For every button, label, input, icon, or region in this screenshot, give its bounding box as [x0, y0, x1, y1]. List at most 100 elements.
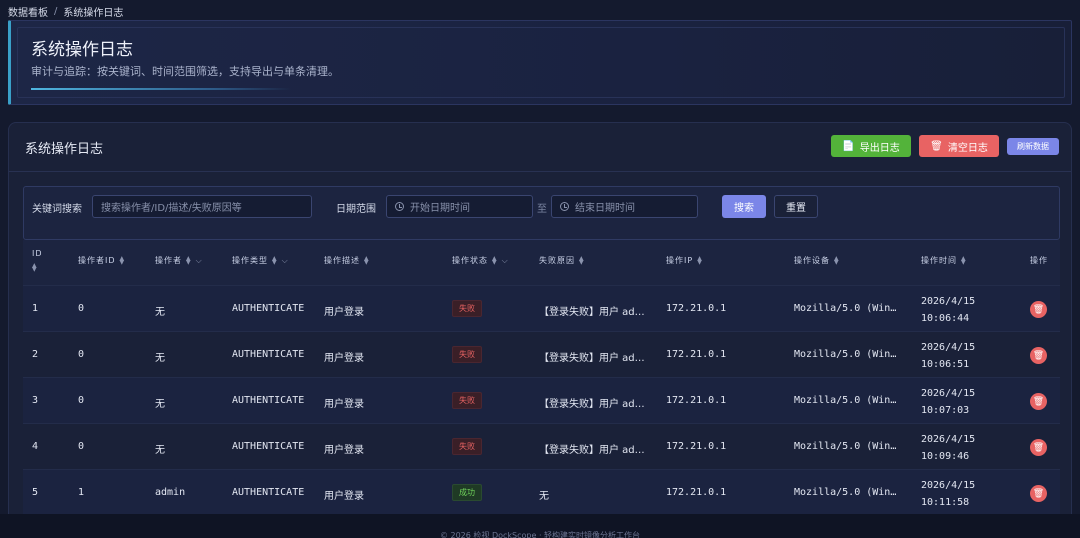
column-operator-id[interactable]: 操作者ID ▲ ▼ [78, 255, 125, 266]
reset-button[interactable]: 重置 [774, 195, 818, 218]
cell-date-value: 2026/4/15 [921, 480, 976, 491]
delete-row-button[interactable]: 🗑 [1030, 301, 1047, 318]
column-id[interactable]: ID ▲ ▼ [32, 249, 43, 273]
cell-id: 1 [32, 303, 39, 314]
table-row[interactable]: 1 0 无 AUTHENTICATE 用户登录 失败 【登录失败】用户 ad… … [23, 285, 1060, 331]
cell-description: 用户登录 [324, 445, 364, 456]
column-time[interactable]: 操作时间 ▲ ▼ [921, 255, 967, 266]
cell-type: AUTHENTICATE [232, 303, 305, 314]
cell-operator-id: 0 [78, 441, 85, 452]
status-badge: 成功 [452, 484, 482, 501]
status-badge: 失败 [452, 346, 482, 363]
cell-time-value: 10:11:58 [921, 497, 970, 508]
cell-description: 用户登录 [324, 307, 364, 318]
cell-device: Mozilla/5.0 (Win… [794, 487, 897, 498]
trash-icon: 🗑 [1032, 304, 1045, 315]
breadcrumb: 数据看板 / 系统操作日志 [8, 4, 124, 19]
clock-icon [395, 202, 404, 211]
document-icon: 📄 [842, 140, 855, 152]
keyword-placeholder: 搜索操作者/ID/描述/失败原因等 [101, 203, 242, 214]
log-table: ID ▲ ▼ 操作者ID ▲ ▼ 操作者 ▲ ▼ ⌵ 操作类型 ▲ ▼ ⌵ 操作描述 ▲… [23, 240, 1060, 515]
trash-icon: 🗑 [1032, 488, 1045, 499]
cell-ip: 172.21.0.1 [666, 303, 727, 314]
delete-row-button[interactable]: 🗑 [1030, 347, 1047, 364]
status-badge: 失败 [452, 438, 482, 455]
export-logs-button[interactable]: 📄 导出日志 [831, 135, 911, 157]
page-header-banner: 系统操作日志 审计与追踪：按关键词、时间范围筛选，支持导出与单条清理。 [8, 20, 1072, 105]
keyword-label: 关键词搜索 [32, 204, 82, 215]
search-button[interactable]: 搜索 [722, 195, 766, 218]
column-actions: 操作 [1030, 255, 1048, 266]
cell-time: 2026/4/15 10:11:58 [921, 477, 975, 511]
column-status-label: 操作状态 [452, 256, 488, 265]
filter-chevron-icon[interactable]: ⌵ [282, 256, 289, 266]
column-fail-reason[interactable]: 失败原因 ▲ ▼ [539, 255, 585, 266]
clear-logs-label: 清空日志 [947, 142, 988, 154]
delete-row-button[interactable]: 🗑 [1030, 439, 1047, 456]
sort-icon[interactable]: ▲ ▼ [834, 255, 840, 265]
keyword-search-input[interactable]: 搜索操作者/ID/描述/失败原因等 [92, 195, 312, 218]
export-logs-label: 导出日志 [859, 142, 900, 154]
column-device-label: 操作设备 [794, 256, 830, 265]
cell-device: Mozilla/5.0 (Win… [794, 349, 897, 360]
sort-icon[interactable]: ▲ ▼ [364, 255, 370, 265]
banner-underline [31, 88, 291, 90]
cell-fail-reason: 【登录失败】用户 ad… [539, 353, 645, 364]
trash-icon: 🗑 [1032, 396, 1045, 407]
breadcrumb-separator: / [54, 5, 58, 17]
sort-icon[interactable]: ▲ ▼ [186, 255, 192, 265]
page-title: 系统操作日志 [31, 40, 133, 60]
filter-chevron-icon[interactable]: ⌵ [502, 256, 509, 266]
refresh-data-button[interactable]: 刷新数据 [1007, 138, 1059, 155]
table-row[interactable]: 3 0 无 AUTHENTICATE 用户登录 失败 【登录失败】用户 ad… … [23, 377, 1060, 423]
column-ip[interactable]: 操作IP ▲ ▼ [666, 255, 703, 266]
cell-ip: 172.21.0.1 [666, 349, 727, 360]
breadcrumb-current: 系统操作日志 [63, 7, 124, 19]
sort-icon[interactable]: ▲ ▼ [492, 255, 498, 265]
cell-type: AUTHENTICATE [232, 441, 305, 452]
cell-device: Mozilla/5.0 (Win… [794, 303, 897, 314]
sort-icon[interactable]: ▲ ▼ [697, 255, 703, 265]
cell-description: 用户登录 [324, 353, 364, 364]
clock-icon [560, 202, 569, 211]
cell-date-value: 2026/4/15 [921, 388, 976, 399]
panel-title: 系统操作日志 [25, 142, 104, 157]
cell-description: 用户登录 [324, 399, 364, 410]
cell-type: AUTHENTICATE [232, 349, 305, 360]
cell-operator: 无 [155, 307, 165, 318]
column-device[interactable]: 操作设备 ▲ ▼ [794, 255, 840, 266]
sort-icon[interactable]: ▲ ▼ [32, 263, 38, 273]
cell-time: 2026/4/15 10:06:44 [921, 293, 975, 327]
cell-type: AUTHENTICATE [232, 487, 305, 498]
cell-operator: 无 [155, 399, 165, 410]
end-datetime-input[interactable]: 结束日期时间 [551, 195, 698, 218]
cell-date-value: 2026/4/15 [921, 342, 976, 353]
column-time-label: 操作时间 [921, 256, 957, 265]
sort-icon[interactable]: ▲ ▼ [579, 255, 585, 265]
cell-time-value: 10:06:51 [921, 359, 970, 370]
breadcrumb-root[interactable]: 数据看板 [8, 4, 48, 19]
status-badge: 失败 [452, 392, 482, 409]
table-row[interactable]: 2 0 无 AUTHENTICATE 用户登录 失败 【登录失败】用户 ad… … [23, 331, 1060, 377]
column-description[interactable]: 操作描述 ▲ ▼ [324, 255, 370, 266]
start-placeholder: 开始日期时间 [410, 203, 470, 214]
cell-fail-reason: 【登录失败】用户 ad… [539, 445, 645, 456]
sort-icon[interactable]: ▲ ▼ [120, 255, 126, 265]
cell-time: 2026/4/15 10:09:46 [921, 431, 975, 465]
sort-icon[interactable]: ▲ ▼ [272, 255, 278, 265]
cell-operator: 无 [155, 445, 165, 456]
table-row[interactable]: 4 0 无 AUTHENTICATE 用户登录 失败 【登录失败】用户 ad… … [23, 423, 1060, 469]
column-operator[interactable]: 操作者 ▲ ▼ ⌵ [155, 255, 203, 266]
column-status[interactable]: 操作状态 ▲ ▼ ⌵ [452, 255, 509, 266]
filter-chevron-icon[interactable]: ⌵ [196, 256, 203, 266]
start-datetime-input[interactable]: 开始日期时间 [386, 195, 533, 218]
cell-id: 3 [32, 395, 39, 406]
delete-row-button[interactable]: 🗑 [1030, 485, 1047, 502]
clear-logs-button[interactable]: 🗑 清空日志 [919, 135, 999, 157]
table-row[interactable]: 5 1 admin AUTHENTICATE 用户登录 成功 无 172.21.… [23, 469, 1060, 515]
cell-fail-reason: 【登录失败】用户 ad… [539, 307, 645, 318]
column-fail-reason-label: 失败原因 [539, 256, 575, 265]
delete-row-button[interactable]: 🗑 [1030, 393, 1047, 410]
column-type[interactable]: 操作类型 ▲ ▼ ⌵ [232, 255, 289, 266]
sort-icon[interactable]: ▲ ▼ [961, 255, 967, 265]
